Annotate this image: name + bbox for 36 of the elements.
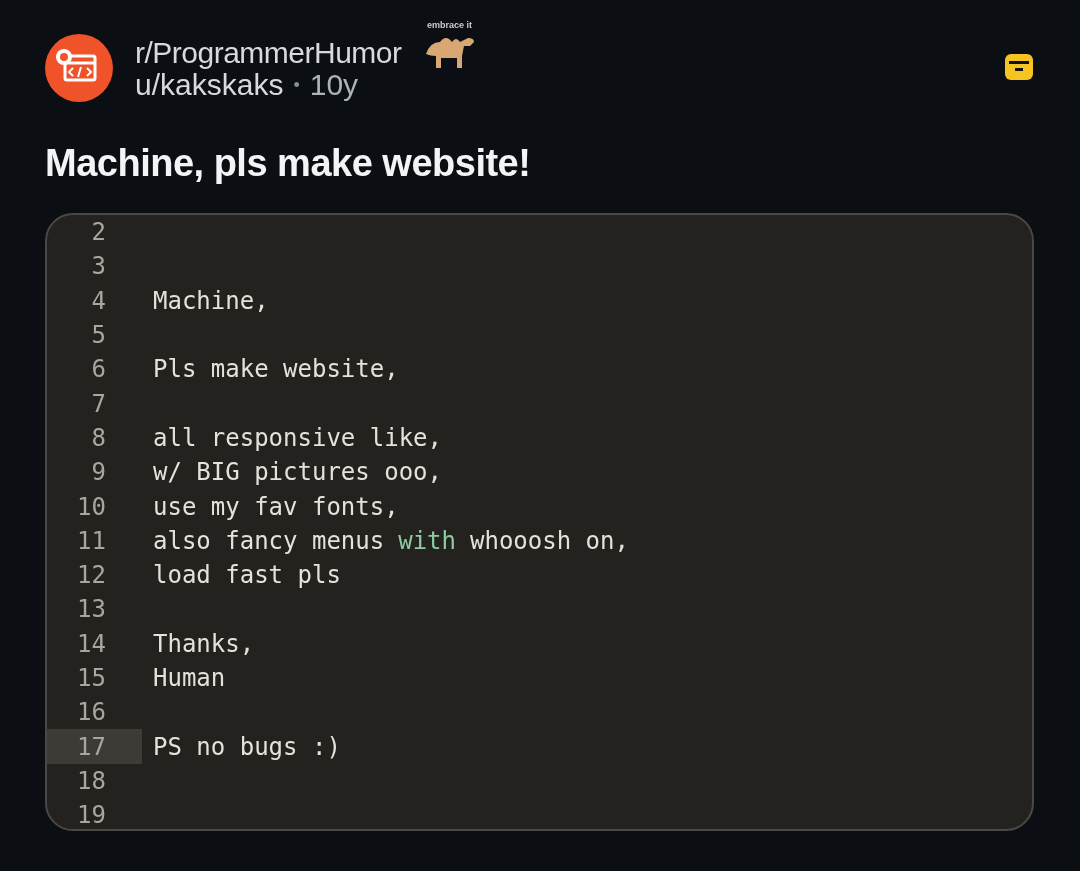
subreddit-avatar-icon[interactable] <box>45 34 113 102</box>
archive-icon[interactable] <box>1004 52 1034 82</box>
code-line: PS no bugs :) <box>153 732 341 761</box>
code-line: Thanks, <box>153 629 255 658</box>
line-number: 10 <box>76 491 107 523</box>
line-number: 9 <box>90 457 107 489</box>
line-number: 5 <box>90 320 107 352</box>
line-number: 11 <box>76 525 107 557</box>
flair-caption: embrace it <box>427 20 473 30</box>
line-number: 4 <box>90 285 107 317</box>
line-number: 12 <box>76 560 107 592</box>
line-number: 7 <box>90 388 107 420</box>
line-number: 14 <box>76 628 107 660</box>
code-line: load fast pls <box>153 561 341 590</box>
code-line: Machine, <box>153 286 269 315</box>
code-line: also fancy menus with whooosh on, <box>153 526 629 555</box>
code-line: all responsive like, <box>153 423 442 452</box>
line-number: 6 <box>90 354 107 386</box>
line-number: 2 <box>90 217 107 249</box>
subreddit-name[interactable]: r/ProgrammerHumor <box>135 36 402 70</box>
line-number: 16 <box>76 697 107 729</box>
post-age: 10y <box>309 68 359 102</box>
author-name[interactable]: u/kakskaks <box>135 68 284 102</box>
code-line: use my fav fonts, <box>153 492 399 521</box>
code-line: w/ BIG pictures ooo, <box>153 458 442 487</box>
code-line: Human <box>153 664 226 692</box>
line-number: 15 <box>76 663 107 694</box>
line-number: 19 <box>76 800 107 829</box>
line-number: 3 <box>90 251 107 283</box>
line-number: 17 <box>47 729 142 764</box>
post-title: Machine, pls make website! <box>45 142 532 185</box>
line-number: 18 <box>76 765 107 797</box>
code-line: Pls make website, <box>153 355 399 384</box>
line-number: 8 <box>90 422 107 454</box>
separator-dot: • <box>293 74 300 96</box>
line-number: 13 <box>76 594 107 626</box>
